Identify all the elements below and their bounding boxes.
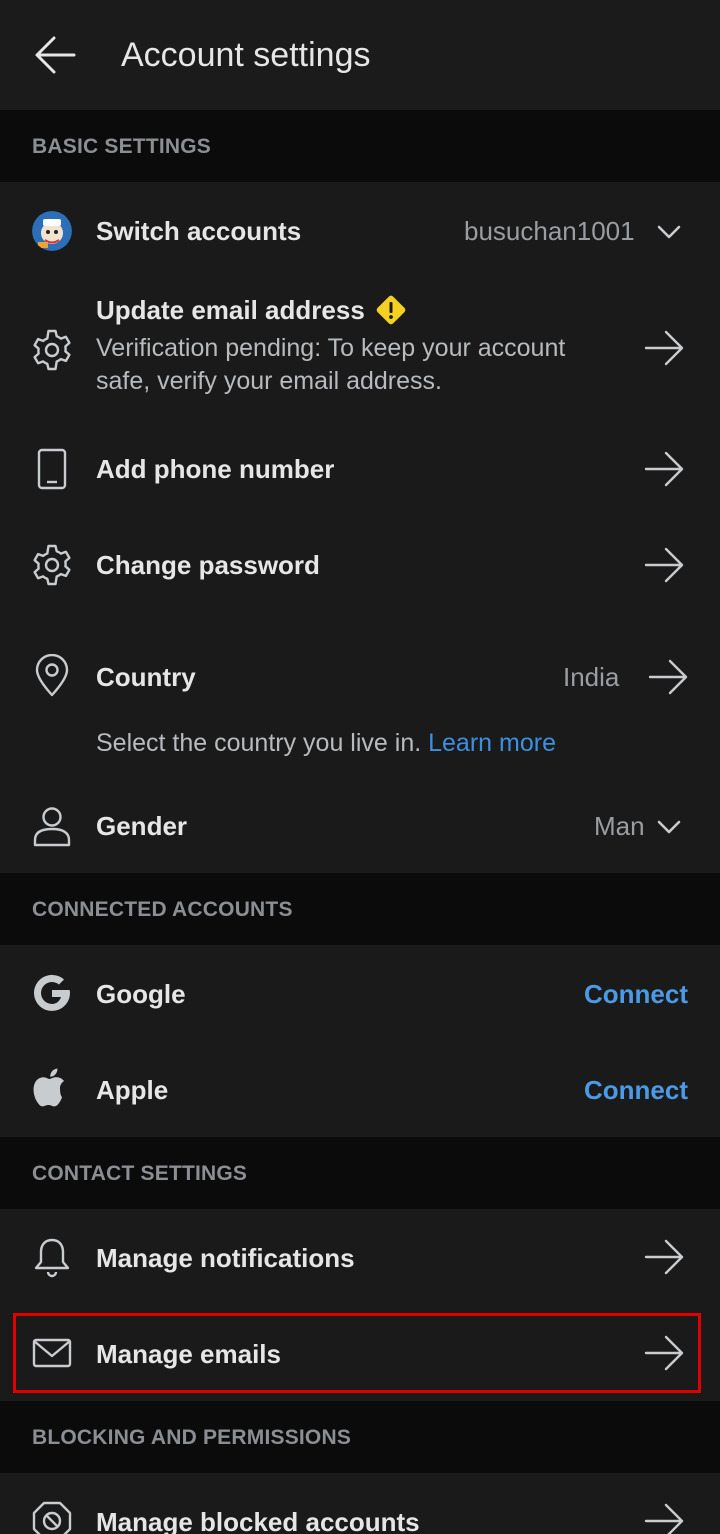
update-email-row[interactable]: Update email address Verification pendin… bbox=[0, 278, 720, 422]
gender-value: Man bbox=[594, 811, 645, 841]
gear-icon bbox=[30, 543, 74, 587]
apple-icon bbox=[30, 1065, 74, 1109]
arrow-right-icon bbox=[642, 449, 688, 489]
warning-icon bbox=[374, 293, 408, 327]
section-label: BLOCKING AND PERMISSIONS bbox=[32, 1426, 352, 1449]
arrow-right-icon bbox=[642, 1501, 688, 1534]
learn-more-link[interactable]: Learn more bbox=[428, 729, 556, 757]
manage-blocked-label: Manage blocked accounts bbox=[96, 1507, 420, 1534]
apple-label: Apple bbox=[96, 1075, 169, 1105]
connected-accounts-panel: Google Connect Apple Connect bbox=[0, 945, 720, 1137]
arrow-right-icon bbox=[642, 545, 688, 585]
add-phone-row[interactable]: Add phone number bbox=[0, 422, 720, 518]
section-label: CONTACT SETTINGS bbox=[32, 1162, 248, 1185]
gender-label: Gender bbox=[96, 811, 188, 841]
change-password-label: Change password bbox=[96, 550, 320, 580]
chevron-down-icon[interactable] bbox=[656, 224, 682, 240]
current-username: busuchan1001 bbox=[464, 216, 635, 246]
gear-icon bbox=[30, 328, 74, 372]
arrow-right-icon bbox=[646, 657, 692, 697]
section-connected-accounts: CONNECTED ACCOUNTS bbox=[0, 873, 720, 945]
person-icon bbox=[30, 804, 74, 848]
location-pin-icon bbox=[30, 654, 74, 698]
switch-accounts-row[interactable]: Switch accounts busuchan1001 bbox=[0, 182, 720, 278]
country-hint-text: Select the country you live in. bbox=[96, 729, 422, 757]
arrow-right-icon bbox=[642, 1237, 688, 1277]
manage-blocked-row[interactable]: Manage blocked accounts bbox=[0, 1473, 720, 1534]
basic-settings-panel: Switch accounts busuchan1001 Update emai… bbox=[0, 182, 720, 873]
avatar bbox=[32, 211, 72, 251]
change-password-row[interactable]: Change password bbox=[0, 518, 720, 614]
highlight-box bbox=[13, 1313, 701, 1393]
google-icon bbox=[30, 971, 74, 1015]
section-contact-settings: CONTACT SETTINGS bbox=[0, 1137, 720, 1209]
google-row: Google Connect bbox=[0, 945, 720, 1041]
chevron-down-icon[interactable] bbox=[656, 819, 682, 835]
country-label: Country bbox=[96, 662, 196, 692]
apple-connect-button[interactable]: Connect bbox=[584, 1073, 688, 1107]
phone-icon bbox=[30, 447, 74, 491]
country-value: India bbox=[563, 662, 620, 692]
section-basic-settings: BASIC SETTINGS bbox=[0, 110, 720, 182]
manage-notifications-row[interactable]: Manage notifications bbox=[0, 1209, 720, 1305]
back-arrow-icon[interactable] bbox=[32, 32, 78, 78]
google-label: Google bbox=[96, 979, 186, 1009]
add-phone-label: Add phone number bbox=[96, 454, 335, 484]
gender-row[interactable]: Gender Man bbox=[0, 782, 720, 873]
section-label: CONNECTED ACCOUNTS bbox=[32, 898, 293, 921]
page-title: Account settings bbox=[121, 36, 371, 74]
block-icon bbox=[30, 1499, 74, 1534]
manage-notifications-label: Manage notifications bbox=[96, 1243, 355, 1273]
section-label: BASIC SETTINGS bbox=[32, 135, 211, 158]
verification-pending-text: Verification pending: To keep your accou… bbox=[96, 334, 566, 395]
bell-icon bbox=[30, 1235, 74, 1279]
switch-accounts-label: Switch accounts bbox=[96, 216, 302, 246]
arrow-right-icon bbox=[642, 328, 688, 368]
update-email-label: Update email address bbox=[96, 295, 365, 325]
google-connect-button[interactable]: Connect bbox=[584, 977, 688, 1011]
apple-row: Apple Connect bbox=[0, 1041, 720, 1137]
country-hint: Select the country you live in. Learn mo… bbox=[96, 727, 696, 760]
app-header: Account settings bbox=[0, 0, 720, 110]
section-blocking-permissions: BLOCKING AND PERMISSIONS bbox=[0, 1401, 720, 1473]
country-row[interactable]: Country India Select the country you liv… bbox=[0, 614, 720, 782]
blocking-panel: Manage blocked accounts bbox=[0, 1473, 720, 1534]
